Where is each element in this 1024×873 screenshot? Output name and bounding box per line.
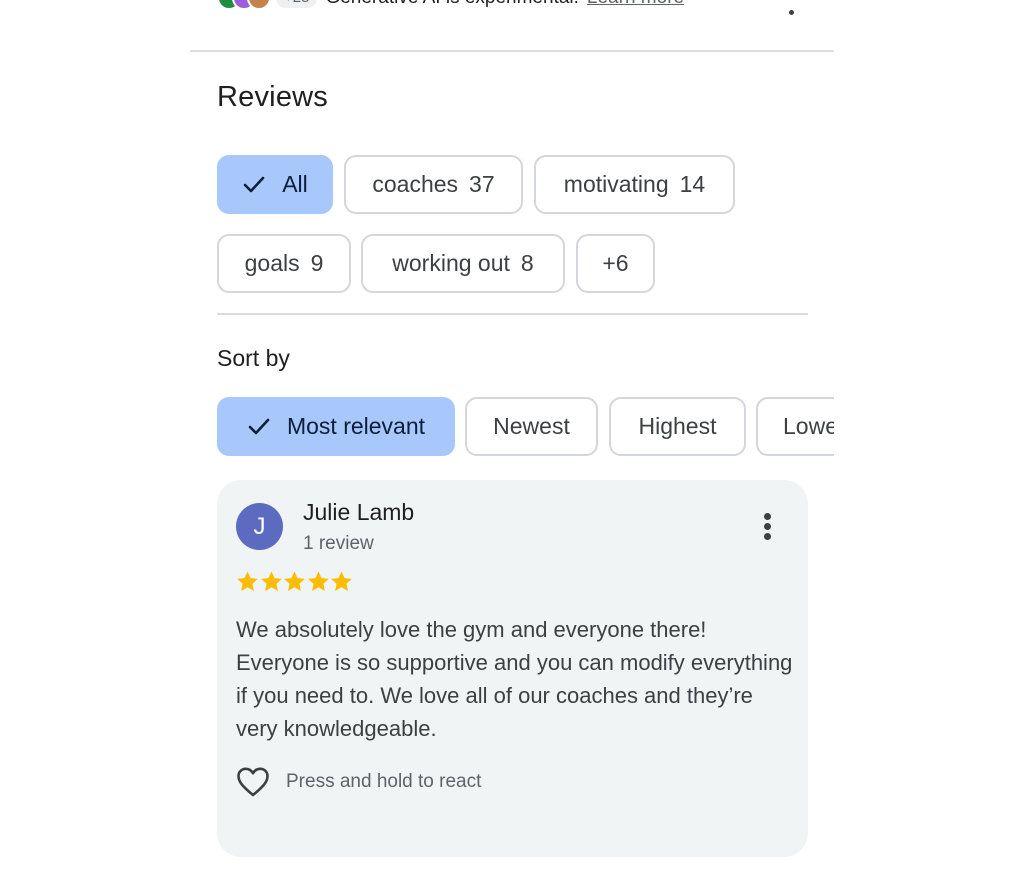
topic-chip-motivating[interactable]: motivating 14 [534,155,735,214]
reviews-panel: +25 Generative AI is experimental. Learn… [0,0,1024,873]
chip-count: 37 [469,171,495,197]
chip-label: Newest [493,413,570,439]
check-icon [248,418,270,434]
heart-icon[interactable] [236,766,270,798]
learn-more-link[interactable]: Learn more [587,0,684,9]
topic-chip-working-out[interactable]: working out 8 [361,234,565,293]
topic-chip-more[interactable]: +6 [576,234,655,293]
chip-count: 14 [679,171,706,197]
more-options-icon[interactable] [787,0,795,20]
star-icon [260,571,282,591]
reviews-title: Reviews [217,81,328,113]
reviewer-review-count: 1 review [303,533,374,554]
contributor-avatars [217,0,271,10]
divider [190,50,834,52]
avatar [247,0,271,10]
react-button[interactable]: Press and hold to react [236,766,481,798]
chip-label: goals [244,250,300,276]
sort-by-label: Sort by [217,345,290,371]
sort-chip-most-relevant[interactable]: Most relevant [217,397,455,456]
chip-count: 9 [310,250,324,276]
ai-notice-bar: +25 Generative AI is experimental. Learn… [217,0,834,10]
review-text: We absolutely love the gym and everyone … [236,617,793,741]
sort-options: Most relevant Newest Highest Lowest [217,397,834,458]
sort-chip-highest[interactable]: Highest [609,397,746,456]
chip-label: working out [392,250,510,276]
star-icon [331,571,352,591]
sort-chip-lowest[interactable]: Lowest [756,397,834,456]
react-hint: Press and hold to react [286,771,482,792]
chip-label: +6 [602,250,629,276]
avatar[interactable]: J [236,503,283,550]
sort-chip-newest[interactable]: Newest [465,397,598,456]
chip-count: 8 [520,250,534,276]
topic-chip-all[interactable]: All [217,155,333,214]
chip-label: coaches [372,171,459,197]
review-card[interactable]: J Julie Lamb 1 review We absolutely love… [217,480,808,857]
star-icon [237,571,258,591]
chip-label: All [282,171,308,197]
contributor-count: +25 [276,0,318,8]
check-icon [243,176,265,192]
topic-chip-goals[interactable]: goals 9 [217,234,351,293]
chip-label: Lowest [783,413,834,439]
star-icon [284,571,305,591]
reviewer-name[interactable]: Julie Lamb [303,499,414,526]
chip-label: Highest [638,413,717,439]
chip-label: Most relevant [286,413,426,439]
topic-chip-coaches[interactable]: coaches 37 [344,155,523,214]
chip-label: motivating [563,171,669,197]
star-rating [236,570,354,594]
divider [217,313,808,315]
star-icon [307,571,329,591]
more-vert-icon[interactable] [760,512,776,542]
ai-notice-text: Generative AI is experimental. [325,0,578,9]
